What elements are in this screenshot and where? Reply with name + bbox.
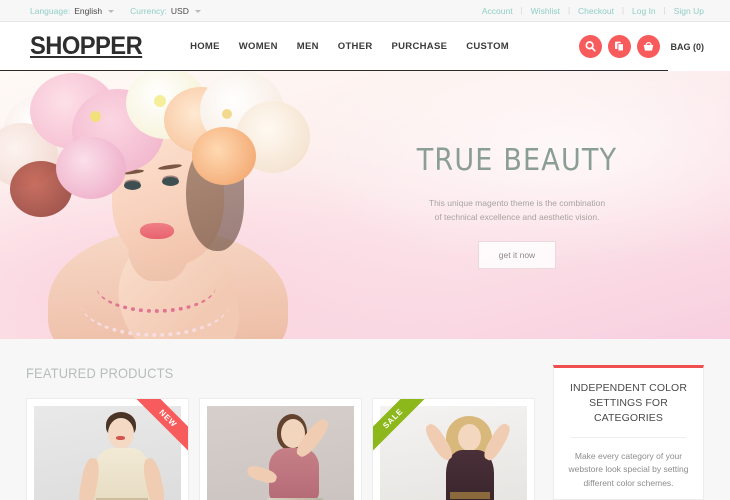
lower-section: FEATURED PRODUCTS NEW SALE INDEPENDENT C… <box>0 339 730 500</box>
top-bar: Language: English Currency: USD Account … <box>0 0 730 22</box>
featured-products-section: FEATURED PRODUCTS NEW SALE <box>26 365 535 500</box>
top-bar-left: Language: English Currency: USD <box>30 6 201 16</box>
product-card[interactable] <box>199 398 362 500</box>
featured-products-heading: FEATURED PRODUCTS <box>26 365 174 381</box>
panel-body: Make every category of your webstore loo… <box>567 450 690 491</box>
chevron-down-icon <box>194 10 201 13</box>
compare-icon <box>614 41 624 52</box>
panel-body-line2: webstore look special by setting <box>568 464 689 475</box>
search-button[interactable] <box>578 35 602 58</box>
panel-title-line3: CATEGORIES <box>593 411 664 424</box>
hero-model-image <box>0 71 360 339</box>
top-link-login[interactable]: Log In <box>632 6 656 16</box>
top-link-signup[interactable]: Sign Up <box>674 6 704 16</box>
nav-item-other[interactable]: OTHER <box>338 41 373 52</box>
site-header: SHOPPER HOME WOMEN MEN OTHER PURCHASE CU… <box>0 22 730 73</box>
bag-count-label[interactable]: BAG (0) <box>671 42 705 52</box>
search-icon <box>584 41 596 52</box>
link-separator: | <box>621 6 625 15</box>
product-card[interactable]: NEW <box>26 398 189 500</box>
top-link-wishlist[interactable]: Wishlist <box>531 6 560 16</box>
hero-banner: TRUE BEAUTY This unique magento theme is… <box>0 71 730 339</box>
main-navigation: HOME WOMEN MEN OTHER PURCHASE CUSTOM <box>190 41 509 52</box>
panel-title: INDEPENDENT COLOR SETTINGS FOR CATEGORIE… <box>567 381 690 426</box>
panel-body-line1: Make every category of your <box>574 450 683 461</box>
compare-button[interactable] <box>607 35 631 58</box>
nav-item-purchase[interactable]: PURCHASE <box>392 41 448 52</box>
nav-item-men[interactable]: MEN <box>297 41 319 52</box>
floral-crown <box>0 71 316 217</box>
hero-subtitle-line2: of technical excellence and aesthetic vi… <box>434 212 600 223</box>
top-link-account[interactable]: Account <box>482 6 513 16</box>
product-image <box>207 406 354 500</box>
nav-item-custom[interactable]: CUSTOM <box>466 41 509 52</box>
language-label: Language: <box>30 5 71 16</box>
currency-value: USD <box>170 5 189 16</box>
link-separator: | <box>663 6 666 15</box>
language-selector[interactable]: Language: English <box>30 5 115 16</box>
product-card[interactable]: SALE <box>372 398 535 500</box>
hero-copy: TRUE BEAUTY This unique magento theme is… <box>392 143 642 270</box>
chevron-down-icon <box>108 10 115 13</box>
language-value: English <box>74 5 103 16</box>
nav-item-home[interactable]: HOME <box>190 41 220 52</box>
hero-title: TRUE BEAUTY <box>416 143 618 178</box>
product-grid: NEW SALE <box>26 398 535 500</box>
panel-title-line1: INDEPENDENT COLOR <box>569 382 688 394</box>
top-link-checkout[interactable]: Checkout <box>578 6 614 16</box>
hero-cta-button[interactable]: get it now <box>477 241 557 270</box>
basket-icon <box>643 41 653 51</box>
top-bar-links: Account | Wishlist | Checkout | Log In |… <box>482 6 704 16</box>
hero-subtitle: This unique magento theme is the combina… <box>392 196 642 224</box>
link-separator: | <box>520 6 523 15</box>
currency-selector[interactable]: Currency: USD <box>130 6 201 16</box>
panel-divider <box>571 436 686 438</box>
link-separator: | <box>567 6 571 15</box>
header-actions: BAG (0) <box>578 35 705 58</box>
site-logo[interactable]: SHOPPER <box>30 32 143 61</box>
cart-button[interactable] <box>636 35 660 58</box>
nav-item-women[interactable]: WOMEN <box>239 41 278 52</box>
panel-title-line2: SETTINGS FOR <box>589 396 668 409</box>
hero-subtitle-line1: This unique magento theme is the combina… <box>428 198 606 208</box>
panel-body-line3: different color schemes. <box>583 478 674 489</box>
currency-label: Currency: <box>130 5 167 16</box>
color-settings-panel: INDEPENDENT COLOR SETTINGS FOR CATEGORIE… <box>553 365 704 500</box>
